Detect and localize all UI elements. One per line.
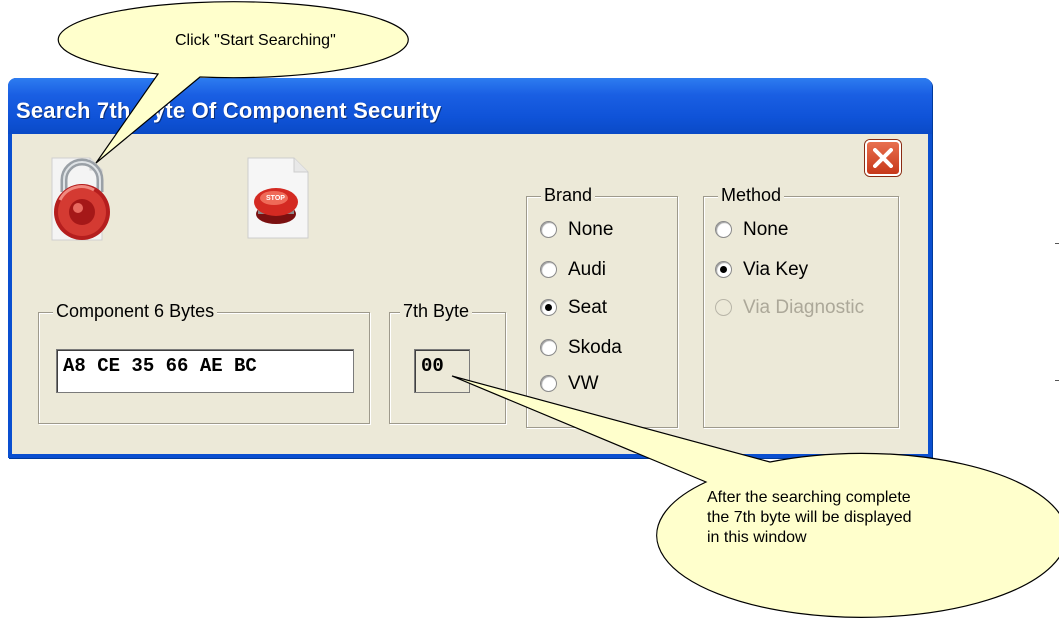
top-callout-shape: [57, 1, 409, 164]
bottom-callout-text: After the searching complete the 7th byt…: [707, 488, 912, 548]
callout-line: in this window: [707, 529, 807, 546]
top-callout-text: Click "Start Searching": [175, 32, 336, 49]
callout-line: After the searching complete: [707, 489, 911, 506]
callout-line: the 7th byte will be displayed: [707, 509, 912, 526]
